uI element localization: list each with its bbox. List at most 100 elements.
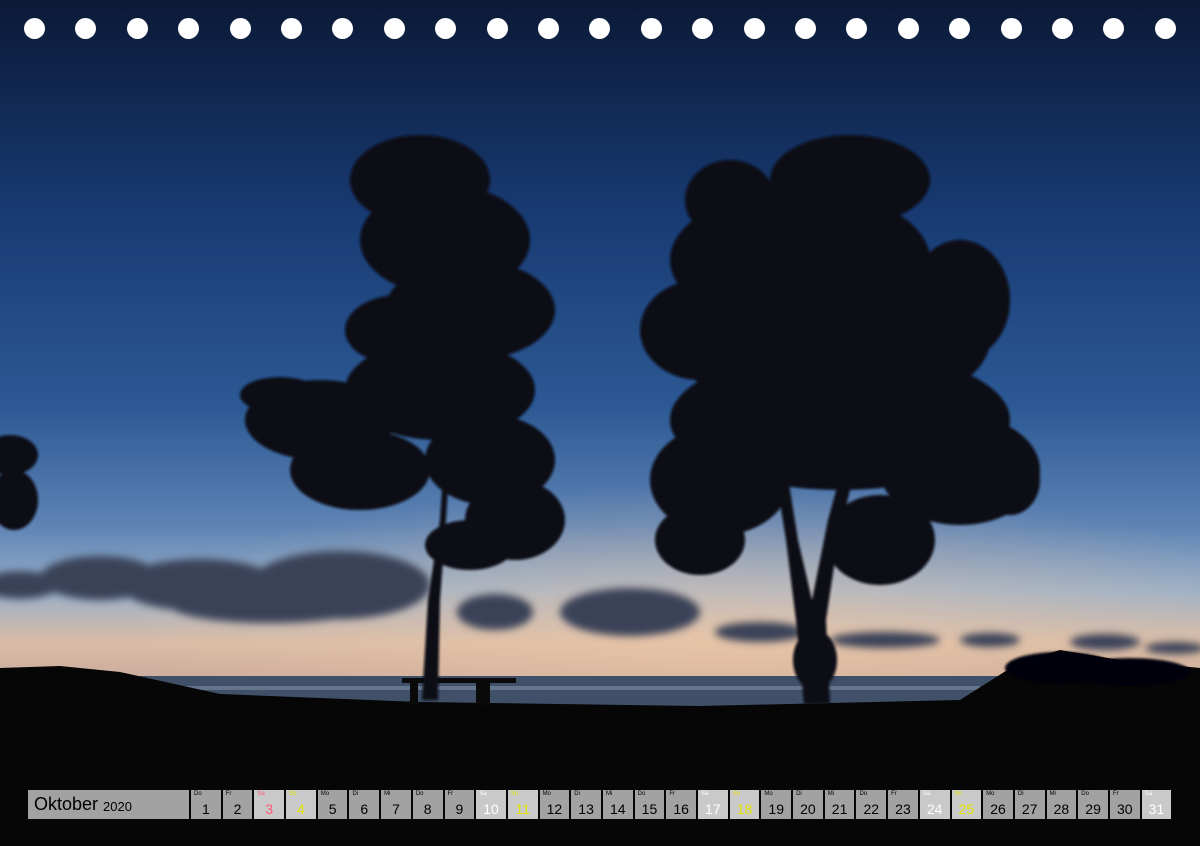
day-number: 23 bbox=[895, 801, 911, 817]
day-number: 8 bbox=[423, 801, 432, 817]
day-cell: Do 15 bbox=[634, 790, 665, 819]
binding-hole bbox=[589, 18, 611, 39]
day-cell: Sa 3 bbox=[254, 790, 285, 819]
day-number: 20 bbox=[800, 801, 816, 817]
binding-hole bbox=[435, 18, 457, 39]
day-number: 26 bbox=[990, 801, 1006, 817]
binding-hole bbox=[795, 18, 816, 39]
weekday-label: So bbox=[510, 791, 519, 797]
day-cell: Fr 2 bbox=[222, 790, 253, 819]
weekday-label: Fr bbox=[891, 791, 897, 797]
binding-hole bbox=[846, 18, 868, 39]
binding-hole bbox=[126, 18, 148, 39]
day-number: 11 bbox=[515, 801, 530, 817]
weekday-label: Sa bbox=[701, 791, 709, 797]
binding-hole bbox=[538, 18, 559, 39]
weekday-label: Mi bbox=[1049, 791, 1056, 797]
sunset-tree-photo bbox=[0, 0, 1200, 846]
day-number: 22 bbox=[863, 801, 880, 817]
day-number: 10 bbox=[483, 801, 499, 817]
weekday-label: Mo bbox=[986, 791, 995, 797]
day-cell: Sa 31 bbox=[1141, 790, 1172, 819]
weekday-label: Do bbox=[194, 791, 202, 797]
day-cell: Di 20 bbox=[793, 790, 823, 819]
weekday-label: So bbox=[954, 791, 962, 797]
binding-hole bbox=[897, 18, 919, 39]
weekday-label: Mo bbox=[764, 791, 773, 797]
binding-hole bbox=[486, 18, 508, 39]
day-number: 19 bbox=[768, 801, 784, 817]
weekday-label: Fr bbox=[447, 791, 454, 797]
binding-hole bbox=[1103, 18, 1125, 39]
day-cell: Mo 5 bbox=[317, 790, 348, 819]
binding-hole bbox=[1052, 18, 1073, 39]
weekday-label: Mi bbox=[384, 791, 391, 797]
weekday-label: Do bbox=[1081, 791, 1089, 797]
day-cell: Mi 14 bbox=[602, 790, 633, 819]
binding-hole bbox=[332, 18, 354, 39]
binding-holes bbox=[0, 0, 1200, 60]
day-number: 29 bbox=[1085, 801, 1101, 817]
day-cell: So 25 bbox=[951, 790, 982, 819]
day-number: 4 bbox=[297, 801, 305, 817]
day-cell: Fr 23 bbox=[888, 790, 918, 819]
day-number: 15 bbox=[641, 801, 658, 817]
weekday-label: Di bbox=[574, 791, 580, 797]
calendar-strip: Oktober 2020 Do 1 Fr 2 Sa 3 So 4 Mo 5 Di 6 Mi 7 Do 8 Fr 9… bbox=[28, 790, 1172, 819]
day-cell: Sa 17 bbox=[698, 790, 728, 819]
day-cell: So 4 bbox=[286, 790, 316, 819]
weekday-label: Sa bbox=[479, 791, 487, 797]
day-cell: Di 27 bbox=[1014, 790, 1045, 819]
day-number: 12 bbox=[546, 801, 563, 817]
month-year: 2020 bbox=[103, 798, 132, 814]
weekday-label: Do bbox=[859, 791, 868, 797]
day-cell: Mo 26 bbox=[983, 790, 1013, 819]
binding-hole bbox=[1000, 18, 1022, 39]
day-cell: Fr 30 bbox=[1109, 790, 1140, 819]
weekday-label: Di bbox=[1017, 791, 1024, 797]
month-label: Oktober 2020 bbox=[28, 790, 189, 819]
day-cell: So 18 bbox=[729, 790, 760, 819]
weekday-label: Fr bbox=[1112, 791, 1119, 797]
day-number: 28 bbox=[1053, 801, 1070, 817]
weekday-label: Fr bbox=[669, 791, 675, 797]
day-cell: Fr 9 bbox=[444, 790, 475, 819]
binding-hole bbox=[383, 18, 405, 39]
day-cell: Di 6 bbox=[349, 790, 380, 819]
day-cell: Fr 16 bbox=[666, 790, 696, 819]
day-number: 5 bbox=[328, 801, 337, 817]
day-cell: Mi 7 bbox=[381, 790, 411, 819]
weekday-label: So bbox=[289, 791, 297, 797]
binding-hole bbox=[75, 18, 97, 39]
weekday-label: Mi bbox=[827, 791, 835, 797]
day-cell: Sa 10 bbox=[476, 790, 506, 819]
day-number: 31 bbox=[1148, 801, 1165, 817]
weekday-label: Fr bbox=[225, 791, 232, 797]
binding-hole bbox=[1154, 18, 1176, 39]
day-cell: So 11 bbox=[507, 790, 538, 819]
day-number: 24 bbox=[926, 801, 943, 817]
day-number: 7 bbox=[392, 801, 400, 817]
weekday-label: Di bbox=[796, 791, 802, 797]
binding-hole bbox=[743, 18, 765, 39]
day-number: 6 bbox=[360, 801, 369, 817]
weekday-label: Sa bbox=[257, 791, 265, 797]
binding-hole bbox=[178, 18, 200, 39]
binding-hole bbox=[692, 18, 714, 39]
day-number: 9 bbox=[455, 801, 464, 817]
day-cell: Mi 21 bbox=[824, 790, 855, 819]
binding-hole bbox=[229, 18, 251, 39]
day-number: 18 bbox=[736, 801, 753, 817]
day-number: 27 bbox=[1021, 801, 1038, 817]
binding-hole bbox=[949, 18, 971, 39]
day-number: 21 bbox=[831, 801, 848, 817]
day-number: 16 bbox=[673, 801, 689, 817]
weekday-label: Mo bbox=[542, 791, 551, 797]
day-cell: Do 8 bbox=[412, 790, 443, 819]
day-cell: Do 29 bbox=[1078, 790, 1108, 819]
binding-hole bbox=[24, 18, 45, 39]
weekday-label: Sa bbox=[1144, 791, 1152, 797]
weekday-label: Mi bbox=[605, 791, 613, 797]
day-number: 30 bbox=[1116, 801, 1133, 817]
day-number: 25 bbox=[958, 801, 975, 817]
